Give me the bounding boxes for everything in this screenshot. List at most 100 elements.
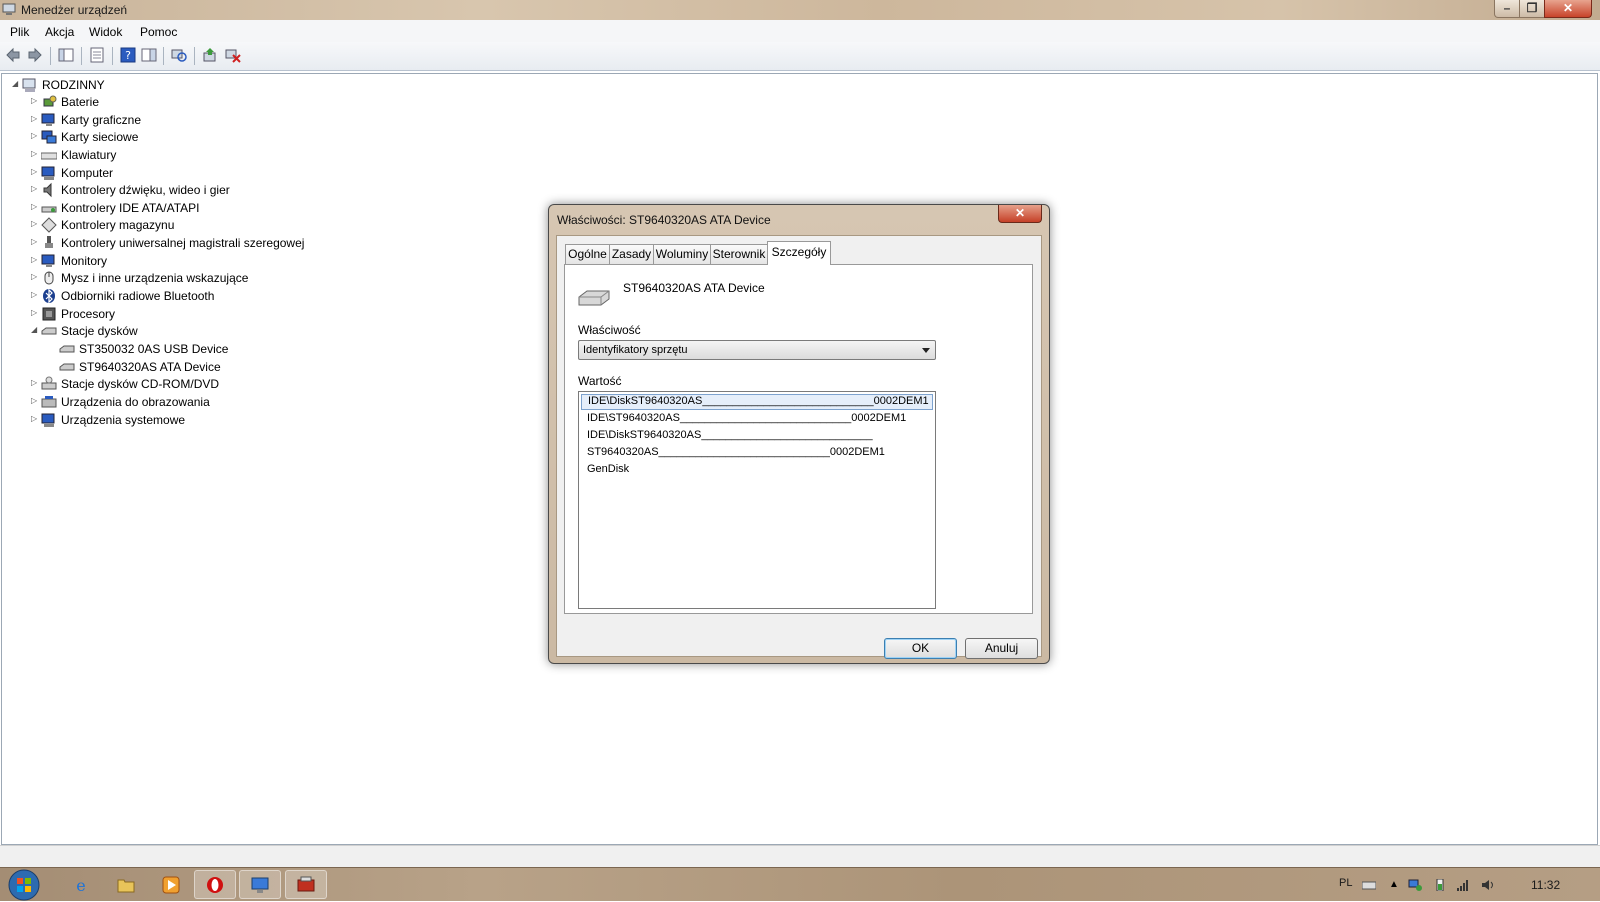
language-indicator[interactable]: PL <box>1339 877 1352 889</box>
taskbar-media-player[interactable] <box>150 870 192 899</box>
value-label: Wartość <box>578 374 622 388</box>
close-icon: ✕ <box>1014 206 1026 220</box>
volume-icon[interactable] <box>1481 879 1495 891</box>
expand-icon[interactable]: ▷ <box>31 168 39 176</box>
network-tray-icon[interactable] <box>1408 879 1422 891</box>
keyboard-icon[interactable] <box>1362 879 1376 891</box>
close-button[interactable]: ✕ <box>1544 0 1592 18</box>
system-device-icon <box>41 413 55 427</box>
wifi-signal-icon[interactable] <box>1456 879 1470 891</box>
menu-akcja[interactable]: Akcja <box>45 25 74 39</box>
device-manager-icon <box>297 876 315 892</box>
restore-button[interactable]: ❐ <box>1519 0 1545 18</box>
properties-icon[interactable] <box>89 47 105 63</box>
chevron-down-icon <box>922 348 930 353</box>
dialog-close-button[interactable]: ✕ <box>998 205 1042 223</box>
property-dropdown-value: Identyfikatory sprzętu <box>583 344 688 356</box>
value-list-item[interactable]: IDE\ST9640320AS_________________________… <box>581 411 933 427</box>
details-panel: ST9640320AS ATA Device Właściwość Identy… <box>564 264 1033 614</box>
svg-text:e: e <box>76 876 85 894</box>
taskbar-internet-explorer[interactable]: e <box>60 870 102 899</box>
menu-pomoc[interactable]: Pomoc <box>140 25 177 39</box>
processor-icon <box>42 307 56 321</box>
menu-widok[interactable]: Widok <box>89 25 122 39</box>
expand-icon[interactable]: ▷ <box>31 220 39 228</box>
expand-icon[interactable]: ▷ <box>31 150 39 158</box>
property-label: Właściwość <box>578 323 641 337</box>
battery-tray-icon[interactable] <box>1433 879 1447 891</box>
remote-desktop-icon <box>251 877 269 893</box>
imaging-device-icon <box>41 396 57 408</box>
update-driver-icon[interactable] <box>202 47 218 63</box>
expand-icon[interactable]: ▷ <box>31 291 39 299</box>
tab-zasady[interactable]: Zasady <box>609 244 654 264</box>
expand-icon[interactable]: ▷ <box>31 238 39 246</box>
expand-icon[interactable]: ▷ <box>31 397 39 405</box>
tab-woluminy[interactable]: Woluminy <box>653 244 711 264</box>
explorer-folder-icon <box>117 879 135 893</box>
collapse-icon[interactable]: ◢ <box>12 80 20 88</box>
disk-drive-icon <box>59 363 75 371</box>
forward-arrow-icon[interactable] <box>27 47 43 63</box>
computer-icon <box>22 78 36 92</box>
expand-icon[interactable]: ▷ <box>31 415 39 423</box>
expand-icon[interactable]: ▷ <box>31 115 39 123</box>
scan-hardware-icon[interactable] <box>171 47 187 63</box>
menu-bar: Plik Akcja Widok Pomoc <box>0 20 1600 42</box>
value-list-item[interactable]: ST9640320AS____________________________0… <box>581 445 933 461</box>
action-pane-icon[interactable] <box>141 47 157 63</box>
properties-dialog: Właściwości: ST9640320AS ATA Device ✕ Og… <box>548 204 1050 664</box>
expand-icon[interactable]: ▷ <box>31 379 39 387</box>
taskbar-explorer[interactable] <box>105 870 147 899</box>
value-list-item[interactable]: IDE\DiskST9640320AS_____________________… <box>581 394 933 410</box>
menu-plik[interactable]: Plik <box>10 25 29 39</box>
tab-ogolne[interactable]: Ogólne <box>565 244 610 264</box>
expand-icon[interactable]: ▷ <box>31 185 39 193</box>
ok-button[interactable]: OK <box>884 638 957 659</box>
value-list-item[interactable]: IDE\DiskST9640320AS_____________________… <box>581 428 933 444</box>
taskbar-remote-desktop[interactable] <box>239 870 281 899</box>
tree-root-label: RODZINNY <box>42 78 105 92</box>
svg-text:?: ? <box>125 49 131 62</box>
ide-controller-icon <box>41 206 57 213</box>
monitor-icon <box>41 254 55 267</box>
show-hidden-icons-icon[interactable]: ▲ <box>1387 879 1401 891</box>
disk-drive-icon <box>41 327 57 335</box>
battery-icon <box>43 95 57 107</box>
bluetooth-icon <box>43 288 55 304</box>
uninstall-icon[interactable] <box>225 47 241 63</box>
help-icon[interactable]: ? <box>120 47 136 63</box>
collapse-icon[interactable]: ◢ <box>31 326 39 334</box>
network-adapter-icon <box>41 130 57 144</box>
minimize-button[interactable]: – <box>1494 0 1520 18</box>
taskbar-device-manager[interactable] <box>285 870 327 899</box>
tab-szczegoly[interactable]: Szczegóły <box>767 241 831 265</box>
expand-icon[interactable]: ▷ <box>31 256 39 264</box>
expand-icon[interactable]: ▷ <box>31 309 39 317</box>
expand-icon[interactable]: ▷ <box>31 273 39 281</box>
clock[interactable]: 11:32 <box>1531 878 1560 892</box>
expand-icon[interactable]: ▷ <box>31 97 39 105</box>
property-dropdown[interactable]: Identyfikatory sprzętu <box>578 340 936 360</box>
internet-explorer-icon: e <box>76 876 85 894</box>
cancel-button[interactable]: Anuluj <box>965 638 1038 659</box>
title-bar: Menedżer urządzeń – ❐ ✕ <box>0 0 1600 20</box>
show-hide-tree-icon[interactable] <box>58 47 74 63</box>
back-arrow-icon[interactable] <box>5 47 21 63</box>
device-name: ST9640320AS ATA Device <box>623 281 765 295</box>
close-icon: ✕ <box>1562 1 1574 15</box>
tab-sterownik[interactable]: Sterownik <box>710 244 768 264</box>
cdrom-icon <box>41 376 57 390</box>
window-title: Menedżer urządzeń <box>21 3 128 17</box>
hard-disk-icon <box>578 290 610 306</box>
dialog-body: Ogólne Zasady Woluminy Sterownik Szczegó… <box>556 235 1042 659</box>
expand-icon[interactable]: ▷ <box>31 203 39 211</box>
restore-icon: ❐ <box>1526 1 1538 15</box>
minimize-icon: – <box>1503 1 1511 15</box>
value-list[interactable]: IDE\DiskST9640320AS_____________________… <box>578 391 936 609</box>
expand-icon[interactable]: ▷ <box>31 132 39 140</box>
value-list-item[interactable]: GenDisk <box>581 462 933 478</box>
keyboard-icon <box>41 152 57 160</box>
start-button-icon[interactable] <box>6 868 42 902</box>
taskbar-opera[interactable] <box>194 870 236 899</box>
